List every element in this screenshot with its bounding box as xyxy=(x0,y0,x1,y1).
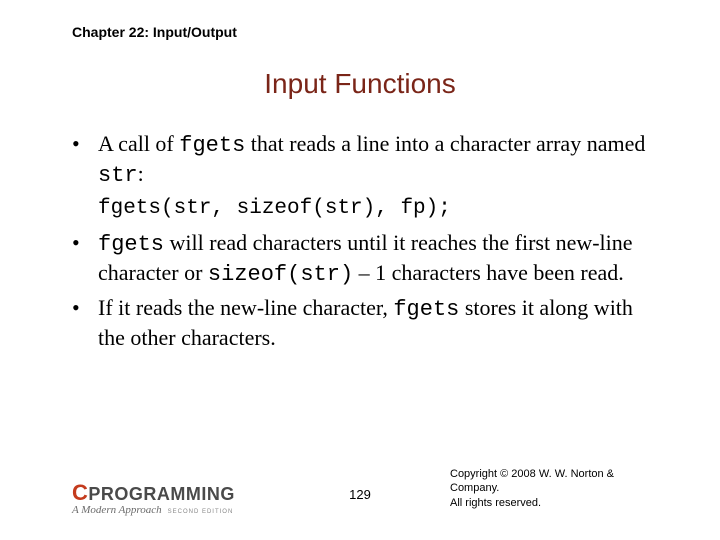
footer: CPROGRAMMING A Modern ApproachSECOND EDI… xyxy=(0,472,720,520)
bullet-2: • fgets will read characters until it re… xyxy=(72,229,662,289)
bullet-1: • A call of fgets that reads a line into… xyxy=(72,130,662,190)
bullet-text: fgets will read characters until it reac… xyxy=(98,229,662,289)
code-inline: str xyxy=(98,163,138,188)
text-run: A call of xyxy=(98,131,179,156)
code-inline: sizeof(str) xyxy=(208,262,353,287)
logo-subtitle: A Modern Approach SECOND EDITION xyxy=(72,504,235,516)
bullet-dot: • xyxy=(72,294,98,352)
slide-content: • A call of fgets that reads a line into… xyxy=(72,130,662,356)
logo-edition: SECOND EDITION xyxy=(168,509,234,515)
bullet-text: If it reads the new-line character, fget… xyxy=(98,294,662,352)
bullet-dot: • xyxy=(72,130,98,190)
text-run: that reads a line into a character array… xyxy=(245,131,645,156)
text-run: If it reads the new-line character, xyxy=(98,295,393,320)
text-run: – 1 characters have been read. xyxy=(353,260,624,285)
copyright: Copyright © 2008 W. W. Norton & Company.… xyxy=(450,467,660,510)
code-block: fgets(str, sizeof(str), fp); xyxy=(98,196,662,223)
code-inline: fgets xyxy=(393,297,459,322)
code-inline: fgets xyxy=(98,232,164,257)
code-inline: fgets xyxy=(179,133,245,158)
text-run: : xyxy=(138,161,144,186)
chapter-header: Chapter 22: Input/Output xyxy=(72,24,237,40)
copyright-line-2: All rights reserved. xyxy=(450,496,660,510)
slide-title: Input Functions xyxy=(0,68,720,100)
logo-sub-text: A Modern Approach xyxy=(72,504,162,516)
copyright-line-1: Copyright © 2008 W. W. Norton & Company. xyxy=(450,467,660,496)
bullet-text: A call of fgets that reads a line into a… xyxy=(98,130,662,190)
bullet-dot: • xyxy=(72,229,98,289)
bullet-3: • If it reads the new-line character, fg… xyxy=(72,294,662,352)
